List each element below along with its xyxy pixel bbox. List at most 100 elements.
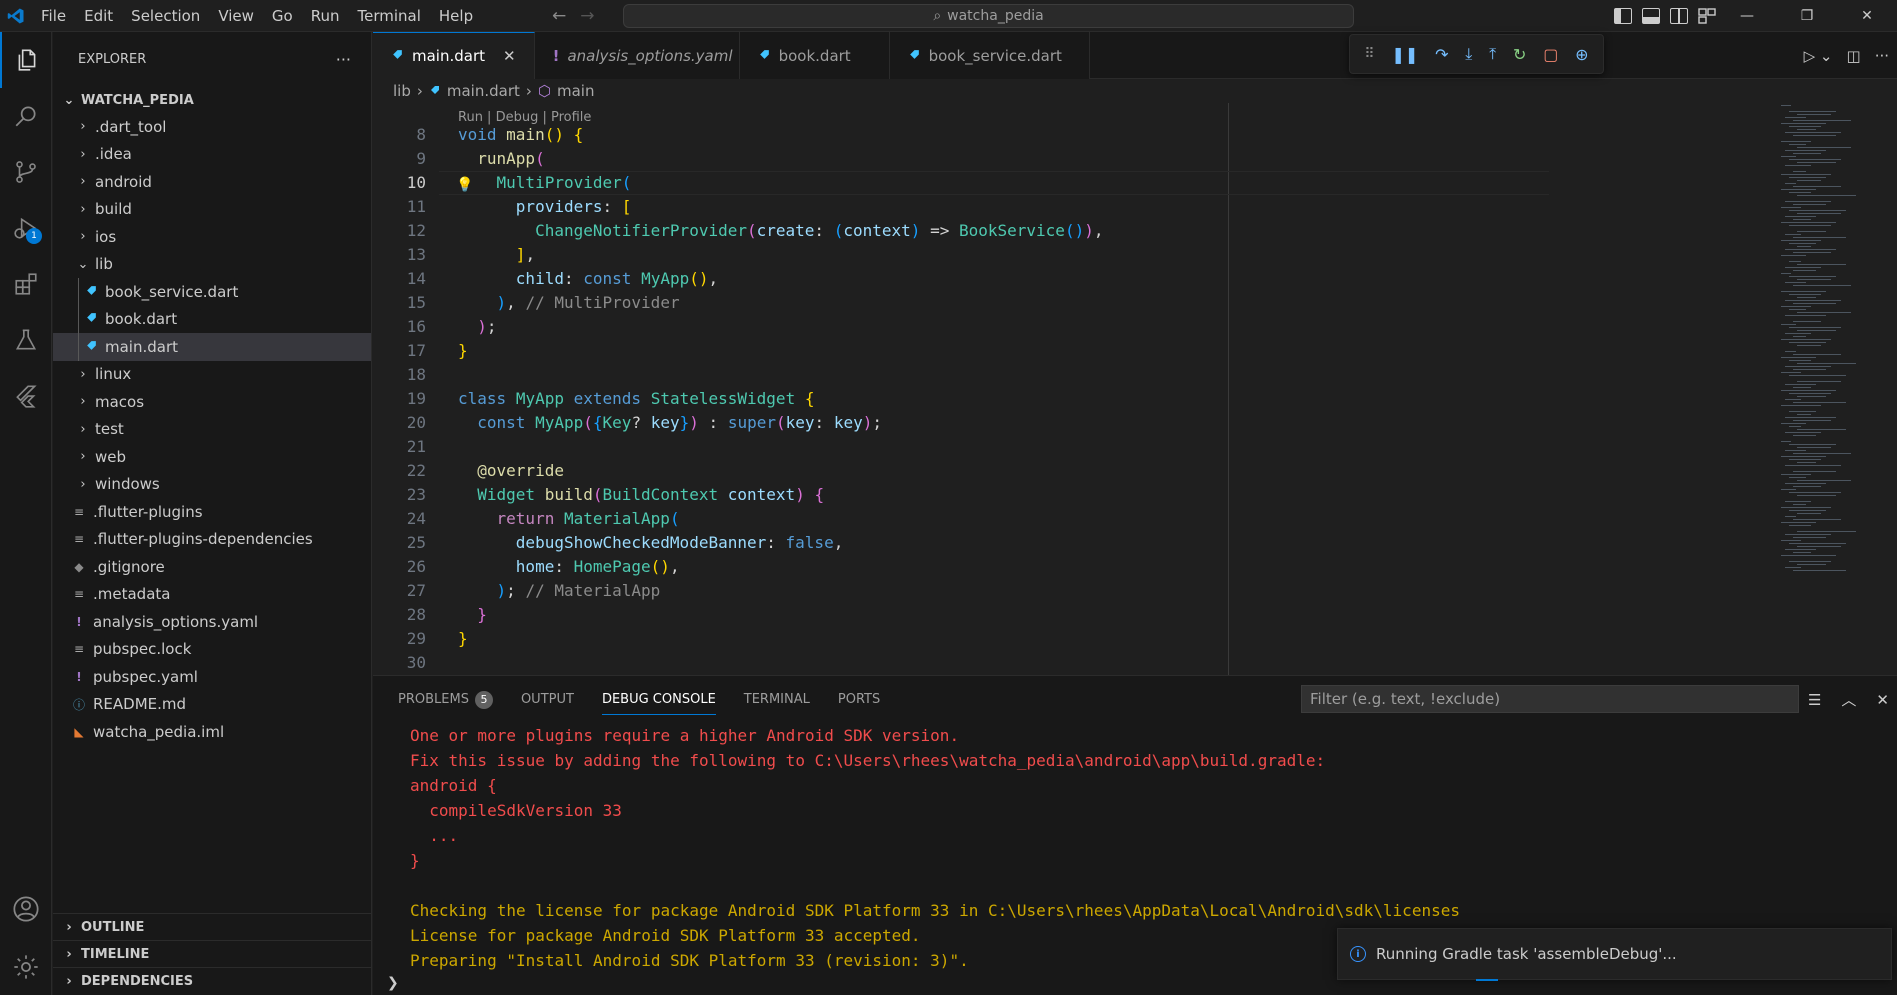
tree-item-dart-tool[interactable]: › .dart_tool bbox=[53, 113, 371, 141]
tree-item-book-service-dart[interactable]: book_service.dart bbox=[53, 278, 371, 306]
tree-item-web[interactable]: › web bbox=[53, 443, 371, 471]
code-line: 29} bbox=[406, 629, 468, 648]
close-tab-icon[interactable]: ✕ bbox=[503, 47, 516, 65]
tab-debug-console[interactable]: DEBUG CONSOLE bbox=[601, 676, 716, 723]
back-arrow-icon[interactable]: ← bbox=[552, 6, 566, 26]
menu-selection[interactable]: Selection bbox=[122, 0, 209, 32]
flutter-icon[interactable] bbox=[0, 368, 52, 424]
console-prompt-chevron-icon[interactable]: ❯ bbox=[387, 975, 399, 991]
tab-output[interactable]: OUTPUT bbox=[521, 676, 574, 723]
run-debug-icon[interactable]: 1 bbox=[0, 200, 52, 256]
explorer-icon[interactable] bbox=[0, 32, 52, 88]
console-filter-input[interactable]: Filter (e.g. text, !exclude) bbox=[1301, 685, 1799, 713]
extensions-icon[interactable] bbox=[0, 256, 52, 312]
step-into-icon[interactable]: ⤓ bbox=[1465, 44, 1472, 64]
source-control-icon[interactable] bbox=[0, 144, 52, 200]
menu-view[interactable]: View bbox=[209, 0, 263, 32]
manage-gear-icon[interactable] bbox=[0, 939, 52, 995]
step-over-icon[interactable]: ↷ bbox=[1435, 45, 1448, 64]
minimap[interactable] bbox=[1781, 103, 1891, 583]
problems-count-badge: 5 bbox=[474, 690, 493, 709]
tree-item-flutter-plugins[interactable]: ≡ .flutter-plugins bbox=[53, 498, 371, 526]
code-line: 11 providers: [ bbox=[406, 197, 632, 216]
workspace-folder[interactable]: ⌄ WATCHA_PEDIA bbox=[53, 87, 371, 113]
tab-book-service-dart[interactable]: book_service.dart bbox=[889, 32, 1090, 79]
minimap-line bbox=[1781, 339, 1831, 340]
minimize-icon[interactable]: — bbox=[1717, 0, 1777, 32]
stop-icon[interactable]: ▢ bbox=[1543, 45, 1558, 64]
more-actions-icon[interactable]: ··· bbox=[336, 50, 351, 69]
tree-item-main-dart[interactable]: main.dart bbox=[53, 333, 371, 361]
outline-section[interactable]: › OUTLINE bbox=[53, 913, 372, 940]
menu-go[interactable]: Go bbox=[263, 0, 302, 32]
menu-run[interactable]: Run bbox=[302, 0, 349, 32]
pause-icon[interactable]: ❚❚ bbox=[1391, 45, 1418, 64]
tab-ports[interactable]: PORTS bbox=[838, 676, 880, 723]
tree-item-book-dart[interactable]: book.dart bbox=[53, 306, 371, 334]
maximize-panel-icon[interactable]: ︿ bbox=[1841, 689, 1856, 710]
tree-item-lib[interactable]: ⌄ lib bbox=[53, 251, 371, 279]
tab-terminal[interactable]: TERMINAL bbox=[744, 676, 810, 723]
run-file-icon[interactable]: ▷ ⌄ bbox=[1804, 47, 1833, 65]
tab-main-dart[interactable]: main.dart ✕ bbox=[373, 32, 535, 79]
tab-problems[interactable]: PROBLEMS 5 bbox=[398, 676, 493, 723]
menu-help[interactable]: Help bbox=[430, 0, 482, 32]
menu-terminal[interactable]: Terminal bbox=[349, 0, 430, 32]
tree-item-pubspec-lock[interactable]: ≡ pubspec.lock bbox=[53, 636, 371, 664]
dart-file-icon bbox=[429, 82, 441, 100]
minimap-line bbox=[1789, 393, 1831, 394]
breadcrumb-main[interactable]: main bbox=[557, 82, 594, 100]
customize-layout-icon[interactable] bbox=[1698, 8, 1716, 24]
testing-icon[interactable] bbox=[0, 312, 52, 368]
tree-item-idea[interactable]: › .idea bbox=[53, 141, 371, 169]
tree-item-analysis-options-yaml[interactable]: ! analysis_options.yaml bbox=[53, 608, 371, 636]
timeline-section[interactable]: › TIMELINE bbox=[53, 940, 372, 967]
tree-item-macos[interactable]: › macos bbox=[53, 388, 371, 416]
tree-item-build[interactable]: › build bbox=[53, 196, 371, 224]
breadcrumb-lib[interactable]: lib bbox=[393, 82, 411, 100]
lightbulb-icon[interactable]: 💡 bbox=[456, 173, 473, 197]
menu-file[interactable]: File bbox=[32, 0, 75, 32]
tree-item-android[interactable]: › android bbox=[53, 168, 371, 196]
tree-item-pubspec-yaml[interactable]: ! pubspec.yaml bbox=[53, 663, 371, 691]
step-out-icon[interactable]: ⤒ bbox=[1489, 44, 1496, 64]
tab-analysis-options[interactable]: ! analysis_options.yaml bbox=[534, 32, 740, 79]
tree-item-iml[interactable]: ◣ watcha_pedia.iml bbox=[53, 718, 371, 746]
toggle-secondary-sidebar-icon[interactable] bbox=[1670, 8, 1688, 24]
tree-item-gitignore[interactable]: ◆ .gitignore bbox=[53, 553, 371, 581]
command-center-search[interactable]: ⌕ watcha_pedia bbox=[623, 4, 1354, 28]
minimap-line bbox=[1781, 474, 1811, 475]
tab-book-dart[interactable]: book.dart bbox=[739, 32, 890, 79]
drag-handle-icon[interactable]: ⠿ bbox=[1364, 46, 1374, 62]
inspect-widget-icon[interactable]: ⊕ bbox=[1575, 45, 1588, 64]
breadcrumb-main-dart[interactable]: main.dart bbox=[447, 82, 520, 100]
text-lines-icon: ≡ bbox=[73, 642, 85, 657]
tree-item-metadata[interactable]: ≡ .metadata bbox=[53, 581, 371, 609]
dart-file-icon bbox=[83, 311, 99, 327]
close-window-icon[interactable]: ✕ bbox=[1837, 0, 1897, 32]
clear-console-icon[interactable]: ☰ bbox=[1808, 691, 1821, 709]
menu-edit[interactable]: Edit bbox=[75, 0, 122, 32]
tree-item-readme[interactable]: ⓘ README.md bbox=[53, 691, 371, 719]
tree-item-windows[interactable]: › windows bbox=[53, 471, 371, 499]
accounts-icon[interactable] bbox=[0, 881, 52, 937]
more-actions-icon[interactable]: ··· bbox=[1875, 47, 1889, 65]
minimap-line bbox=[1797, 345, 1821, 346]
notification-toast[interactable]: i Running Gradle task 'assembleDebug'... bbox=[1337, 928, 1892, 980]
tree-item-flutter-plugins-dependencies[interactable]: ≡ .flutter-plugins-dependencies bbox=[53, 526, 371, 554]
code-editor[interactable]: Run | Debug | Profile 8 void main() { 9 r… bbox=[373, 103, 1897, 675]
minimap-line bbox=[1797, 564, 1826, 565]
tree-item-test[interactable]: › test bbox=[53, 416, 371, 444]
split-editor-icon[interactable]: ◫ bbox=[1847, 47, 1861, 65]
info-icon: i bbox=[1350, 946, 1366, 962]
restore-icon[interactable]: ❐ bbox=[1777, 0, 1837, 32]
forward-arrow-icon[interactable]: → bbox=[580, 6, 594, 26]
dependencies-section[interactable]: › DEPENDENCIES bbox=[53, 967, 372, 994]
toggle-panel-icon[interactable] bbox=[1642, 8, 1660, 24]
restart-icon[interactable]: ↻ bbox=[1513, 45, 1526, 64]
toggle-primary-sidebar-icon[interactable] bbox=[1614, 8, 1632, 24]
tree-item-linux[interactable]: › linux bbox=[53, 361, 371, 389]
close-panel-icon[interactable]: ✕ bbox=[1876, 691, 1889, 709]
tree-item-ios[interactable]: › ios bbox=[53, 223, 371, 251]
search-view-icon[interactable] bbox=[0, 88, 52, 144]
